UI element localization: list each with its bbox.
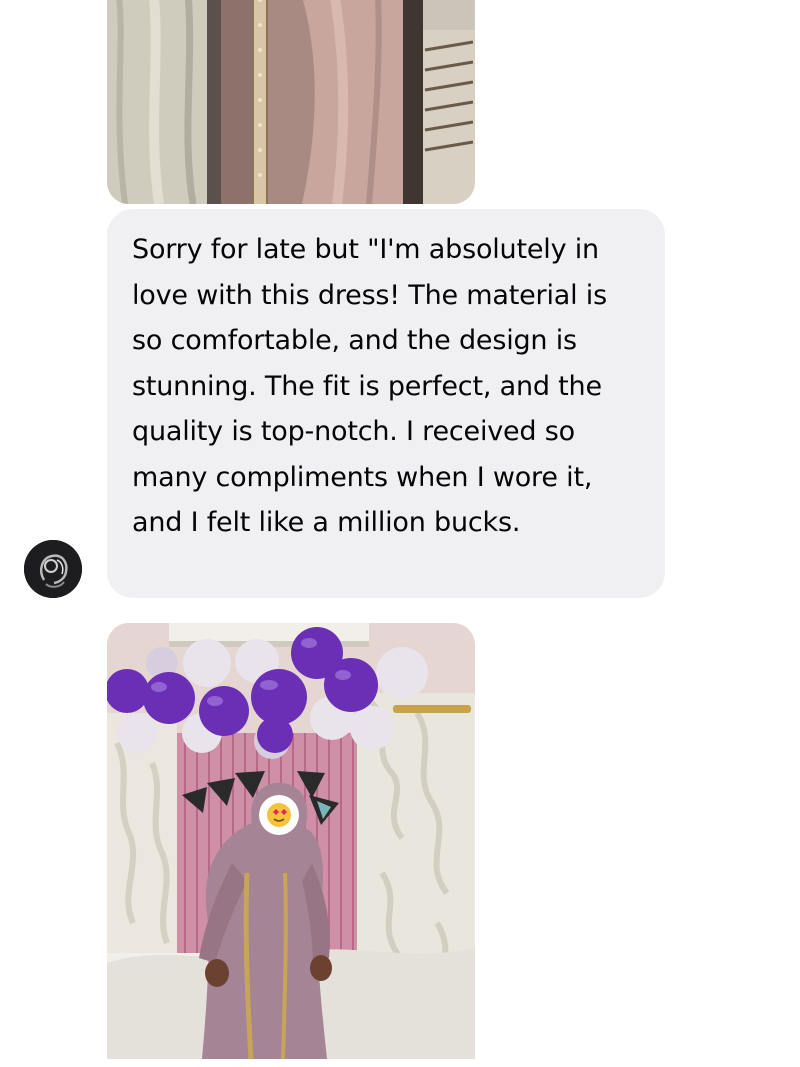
incoming-message-bubble[interactable]: Sorry for late but "I'm absolutely in lo… — [107, 209, 665, 598]
photo-attachment-dress-balloons[interactable] — [107, 623, 475, 1059]
message-thread: Sorry for late but "I'm absolutely in lo… — [0, 0, 800, 1067]
dress-closeup-image — [107, 0, 475, 204]
sender-avatar[interactable] — [24, 540, 82, 598]
message-text: Sorry for late but "I'm absolutely in lo… — [132, 234, 607, 538]
photo-attachment-dress-closeup[interactable] — [107, 0, 475, 204]
dress-balloons-image — [107, 623, 475, 1059]
profile-photo-icon — [24, 540, 82, 598]
